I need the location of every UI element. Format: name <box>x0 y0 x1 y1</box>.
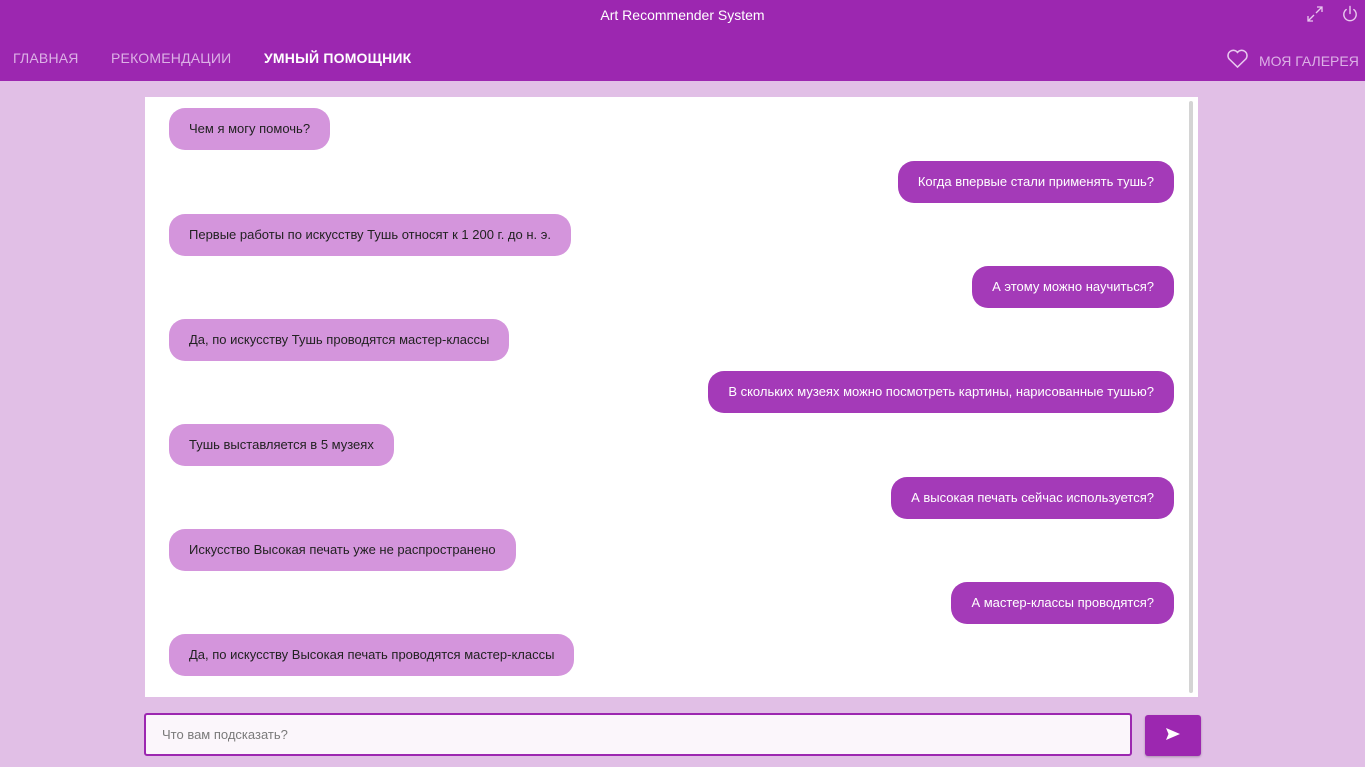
heart-icon <box>1226 48 1249 74</box>
nav-home-tab[interactable]: ГЛАВНАЯ <box>13 50 79 66</box>
user-message: А мастер-классы проводятся? <box>951 582 1174 624</box>
user-message: А высокая печать сейчас используется? <box>891 477 1174 519</box>
chat-scrollbar[interactable] <box>1189 101 1193 693</box>
message-input[interactable] <box>144 713 1132 756</box>
send-icon <box>1165 727 1181 744</box>
fullscreen-icon <box>1306 5 1324 28</box>
bot-message: Искусство Высокая печать уже не распрост… <box>169 529 516 571</box>
nav-smart-assistant-tab[interactable]: УМНЫЙ ПОМОЩНИК <box>264 50 411 66</box>
power-button[interactable] <box>1339 5 1361 27</box>
user-message: В скольких музеях можно посмотреть карти… <box>708 371 1174 413</box>
bot-message: Тушь выставляется в 5 музеях <box>169 424 394 466</box>
bot-message: Первые работы по искусству Тушь относят … <box>169 214 572 256</box>
user-message: А этому можно научиться? <box>972 266 1174 308</box>
nav-recommendations-tab[interactable]: РЕКОМЕНДАЦИИ <box>111 50 231 66</box>
bot-message: Чем я могу помочь? <box>169 108 331 150</box>
my-gallery-button[interactable]: МОЯ ГАЛЕРЕЯ <box>1226 48 1359 74</box>
send-button[interactable] <box>1145 715 1201 756</box>
my-gallery-label: МОЯ ГАЛЕРЕЯ <box>1259 53 1359 69</box>
bot-message: Да, по искусству Высокая печать проводят… <box>169 634 575 676</box>
title-bar: Art Recommender System ГЛАВНАЯ РЕКОМЕНДА… <box>0 0 1365 81</box>
fullscreen-button[interactable] <box>1304 5 1326 27</box>
app-title: Art Recommender System <box>600 7 765 23</box>
bot-message: Да, по искусству Тушь проводятся мастер-… <box>169 319 510 361</box>
user-message: Когда впервые стали применять тушь? <box>897 161 1174 203</box>
power-icon <box>1341 5 1359 28</box>
